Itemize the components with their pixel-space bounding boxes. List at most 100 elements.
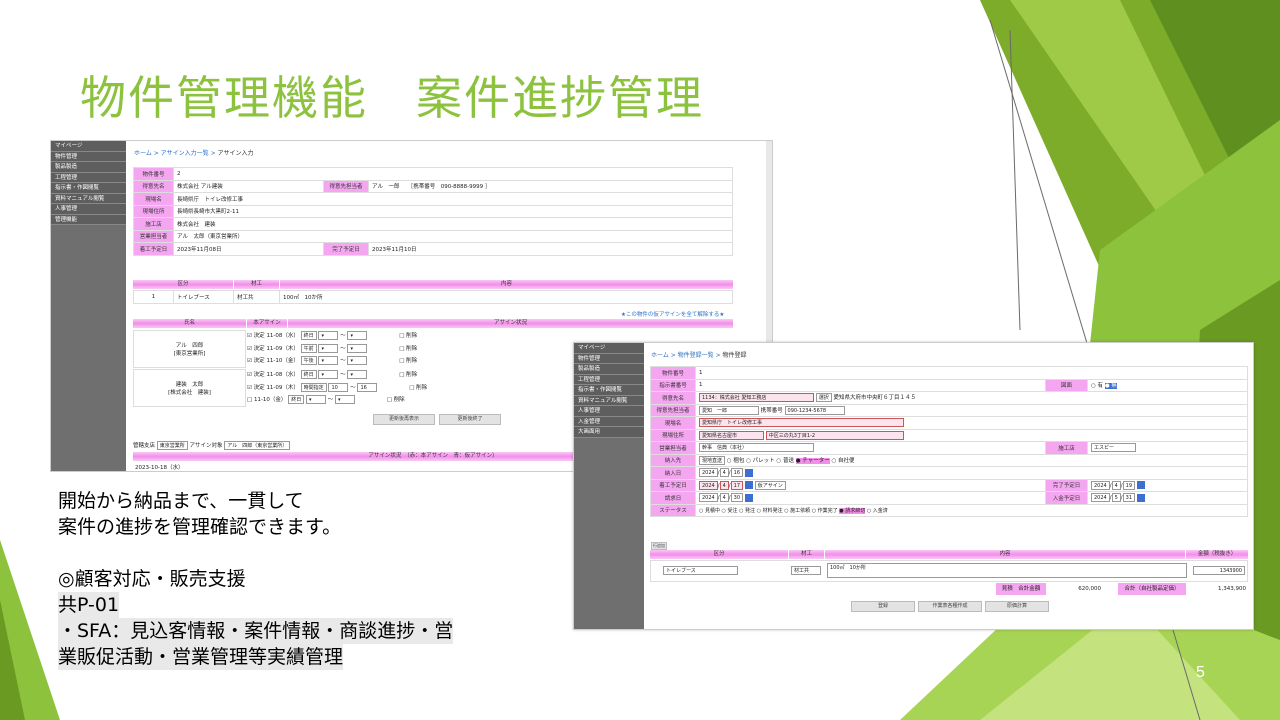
decide-checkbox[interactable]: ☑ 決定 [247, 358, 265, 364]
sidebar-item-process[interactable]: 工程管理 [51, 172, 126, 183]
delete-checkbox[interactable]: □ 削除 [399, 346, 417, 352]
item-amount-input[interactable]: 1343900 [1193, 566, 1245, 575]
delete-checkbox[interactable]: □ 削除 [387, 397, 405, 403]
register-button[interactable]: 登録 [851, 601, 915, 612]
radio-status[interactable]: ○ 作業完了 [812, 508, 838, 514]
end-year[interactable]: 2024 [1091, 480, 1110, 490]
delete-checkbox[interactable]: □ 削除 [399, 333, 417, 339]
update-show-button[interactable]: 更新後再表示 [373, 414, 435, 425]
radio-status[interactable]: ○ 材料発注 [757, 508, 783, 514]
hour-select[interactable]: ▾ [305, 395, 326, 404]
site-address2-input[interactable]: 中区三の丸3丁目1-2 [765, 430, 904, 440]
delivery-year[interactable]: 2024 [699, 468, 718, 478]
sidebar-item-hr[interactable]: 人事管理 [574, 406, 644, 417]
radio-status[interactable]: ○ 受注 [722, 508, 738, 514]
slot-select[interactable]: 終日 [288, 395, 305, 404]
slot-select[interactable]: 終日 [300, 331, 317, 340]
decide-checkbox[interactable]: ☑ 決定 [247, 385, 265, 391]
item-zaiko-select[interactable]: 材工共 [791, 566, 821, 575]
sidebar-item-production[interactable]: 製品製造 [51, 162, 126, 173]
pay-day[interactable]: 31 [1122, 493, 1136, 503]
radio-status[interactable]: ○ 見積中 [699, 508, 720, 514]
radio-status[interactable]: ○ 発注 [739, 508, 755, 514]
hour-select[interactable]: ▾ [347, 331, 368, 340]
site-name-input[interactable]: 愛知県庁 トイレ改修工事 [699, 418, 904, 428]
sidebar-item-property[interactable]: 物件管理 [574, 353, 644, 364]
contractor-select[interactable]: エスピー [1091, 443, 1136, 453]
sidebar-item-instructions[interactable]: 指示書・作図閲覧 [574, 385, 644, 396]
radio-packing[interactable]: ○ 梱包 [727, 458, 745, 464]
pay-month[interactable]: 5 [1111, 493, 1121, 503]
sidebar-item-mypage[interactable]: マイページ [574, 343, 644, 354]
hour-select[interactable]: ▾ [318, 356, 339, 365]
end-month[interactable]: 4 [1111, 480, 1121, 490]
breadcrumb-list[interactable]: アサイン入力一覧 [161, 150, 209, 157]
cancel-assign-link[interactable]: ★この物件の仮アサインを全て解除する★ [621, 310, 724, 318]
sidebar-item-production[interactable]: 製品製造 [574, 364, 644, 375]
decide-checkbox[interactable]: ☑ 決定 [247, 333, 265, 339]
sidebar-item-bigscreen[interactable]: 大画面用 [574, 427, 644, 438]
slot-select[interactable]: 終日 [300, 370, 317, 379]
end-day[interactable]: 19 [1122, 480, 1136, 490]
hour-select[interactable]: 16 [357, 382, 378, 392]
hour-select[interactable]: ▾ [347, 343, 368, 353]
client-select-button[interactable]: 選択 [815, 393, 832, 403]
item-naiyo-input[interactable]: 100㎡ 10か所 [827, 563, 1187, 578]
hour-select[interactable]: ▾ [347, 356, 368, 365]
sidebar-item-mypage[interactable]: マイページ [51, 141, 126, 152]
decide-checkbox[interactable]: ☑ 決定 [247, 372, 265, 378]
radio-charter[interactable]: ● チャーター [795, 457, 830, 464]
bill-year[interactable]: 2024 [699, 493, 718, 503]
calendar-icon[interactable] [1137, 493, 1146, 502]
client-select[interactable]: 1134：株式会社 愛知工務店 [699, 393, 814, 403]
sidebar-item-process[interactable]: 工程管理 [574, 374, 644, 385]
slot-select[interactable]: 午前 [300, 343, 317, 353]
sidebar-item-payment[interactable]: 入金管理 [574, 416, 644, 427]
temp-assign-button[interactable]: 仮アサイン [754, 480, 786, 490]
calendar-icon[interactable] [745, 493, 754, 502]
radio-status-selected[interactable]: ● 請求締切 [839, 507, 866, 514]
decide-checkbox[interactable]: ☑ 決定 [247, 346, 265, 352]
radio-pallet[interactable]: ○ パレット [746, 458, 775, 464]
add-row-button[interactable]: 行追加 [651, 542, 667, 550]
sidebar-item-manuals[interactable]: 資料マニュアル閲覧 [51, 193, 126, 204]
radio-own-delivery[interactable]: ○ 自社便 [831, 458, 854, 464]
delivery-month[interactable]: 4 [719, 468, 729, 478]
hour-select[interactable]: ▾ [318, 343, 339, 353]
contact-input[interactable]: 愛知 一郎 [699, 405, 759, 415]
work-sheet-button[interactable]: 作業表各種作成 [918, 601, 982, 612]
hour-select[interactable]: ▾ [318, 331, 339, 340]
radio-normal[interactable]: ○ 普送 [776, 458, 794, 464]
mobile-input[interactable]: 090-1234-5678 [784, 405, 845, 415]
start-month[interactable]: 4 [719, 480, 729, 490]
slot-select[interactable]: 時間指定 [300, 382, 327, 392]
start-year[interactable]: 2024 [699, 480, 718, 490]
pay-year[interactable]: 2024 [1091, 493, 1110, 503]
slot-select[interactable]: 午後 [300, 356, 317, 365]
calendar-icon[interactable] [745, 468, 754, 477]
hour-select[interactable]: ▾ [318, 370, 339, 379]
target-select[interactable]: アル 四郎（東京営業所） [224, 441, 291, 450]
update-finish-button[interactable]: 更新後終了 [439, 414, 501, 425]
hour-select[interactable]: 10 [328, 382, 349, 392]
breadcrumb-home[interactable]: ホーム [651, 352, 669, 359]
radio-status[interactable]: ○ 施工依頼 [784, 508, 810, 514]
delivery-day[interactable]: 16 [730, 468, 744, 478]
hour-select[interactable]: ▾ [334, 395, 355, 404]
sidebar-item-property[interactable]: 物件管理 [51, 151, 126, 162]
radio-drawing-yes[interactable]: ○ 有 [1091, 383, 1103, 389]
cost-calc-button[interactable]: 原価計算 [985, 601, 1049, 612]
sidebar-item-hr[interactable]: 人事管理 [51, 204, 126, 215]
calendar-icon[interactable] [745, 481, 754, 490]
delete-checkbox[interactable]: □ 削除 [399, 372, 417, 378]
sales-select[interactable]: 幹事 信典（本社） [699, 443, 814, 453]
delete-checkbox[interactable]: □ 削除 [409, 385, 427, 391]
sidebar-item-manuals[interactable]: 資料マニュアル閲覧 [574, 395, 644, 406]
radio-drawing-no[interactable]: ● 無 [1104, 383, 1117, 390]
item-kubun-select[interactable]: トイレブース [663, 566, 738, 575]
breadcrumb-home[interactable]: ホーム [134, 150, 152, 157]
delivery-select[interactable]: 現地直送 [699, 455, 726, 465]
breadcrumb-list[interactable]: 物件登録一覧 [678, 352, 714, 359]
site-address-input[interactable]: 愛知県名古屋市 [699, 430, 764, 440]
sidebar-item-instructions[interactable]: 指示書・作図閲覧 [51, 183, 126, 194]
